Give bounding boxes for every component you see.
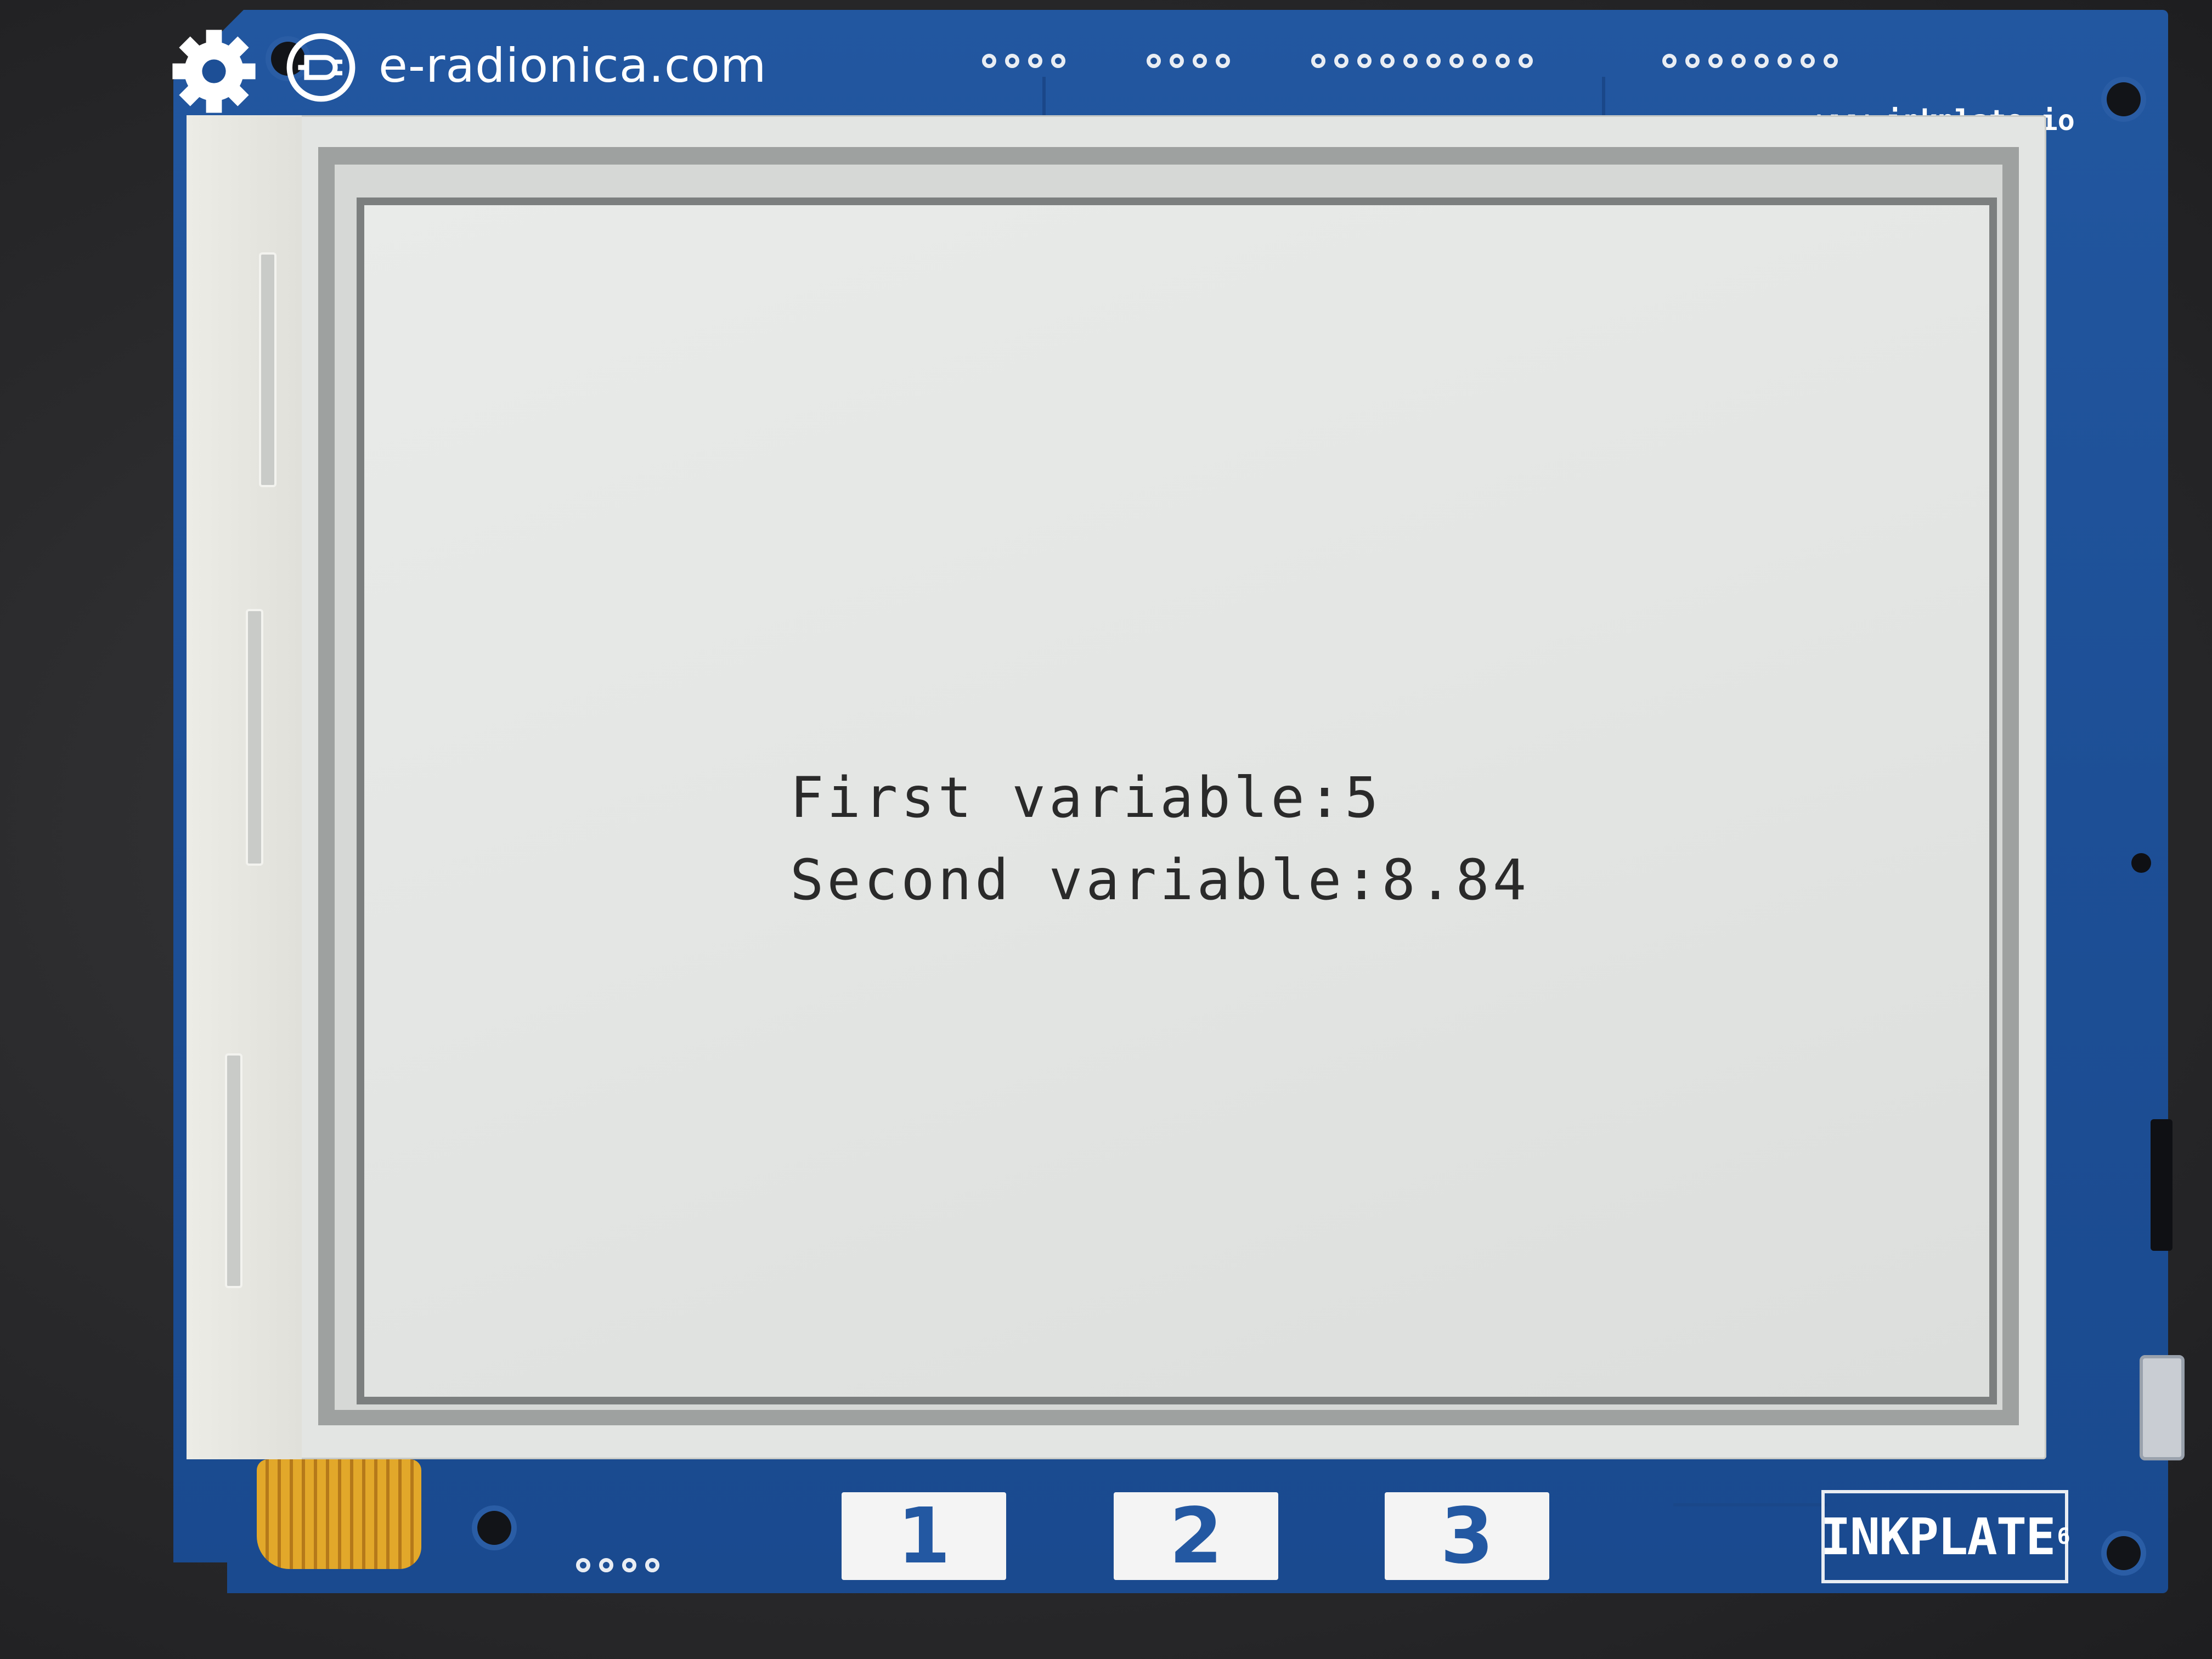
usb-port xyxy=(2140,1355,2185,1460)
flex-tape xyxy=(187,115,302,1459)
second-variable-text: Second variable:8.84 xyxy=(790,848,1530,913)
header-pads xyxy=(1311,54,1533,68)
flex-strip xyxy=(259,252,276,487)
flex-strip xyxy=(225,1053,242,1288)
model-suffix: 6 xyxy=(2057,1524,2070,1549)
model-label: INKPLATE 6 xyxy=(1820,1490,2070,1583)
flex-connector xyxy=(257,1459,421,1569)
smd-component xyxy=(2131,853,2151,873)
button-2[interactable]: 2 xyxy=(1114,1492,1278,1581)
button-3[interactable]: 3 xyxy=(1385,1492,1549,1581)
flex-strip xyxy=(246,609,263,866)
header-pads xyxy=(982,54,1065,68)
mounting-hole xyxy=(2107,1536,2141,1570)
pcb-trace xyxy=(1673,1503,1827,1506)
smd-component xyxy=(2151,1119,2172,1251)
mounting-hole xyxy=(477,1511,511,1545)
brand-text: e-radionica.com xyxy=(379,38,767,93)
header-pads xyxy=(1147,54,1230,68)
mounting-hole xyxy=(2107,82,2141,116)
gear-icon xyxy=(172,30,256,113)
plug-logo-icon xyxy=(286,33,356,102)
model-text: INKPLATE xyxy=(1820,1507,2056,1566)
button-1[interactable]: 1 xyxy=(842,1492,1006,1581)
header-pads xyxy=(1662,54,1838,68)
bottom-pads xyxy=(576,1558,659,1572)
first-variable-text: First variable:5 xyxy=(790,765,1382,831)
